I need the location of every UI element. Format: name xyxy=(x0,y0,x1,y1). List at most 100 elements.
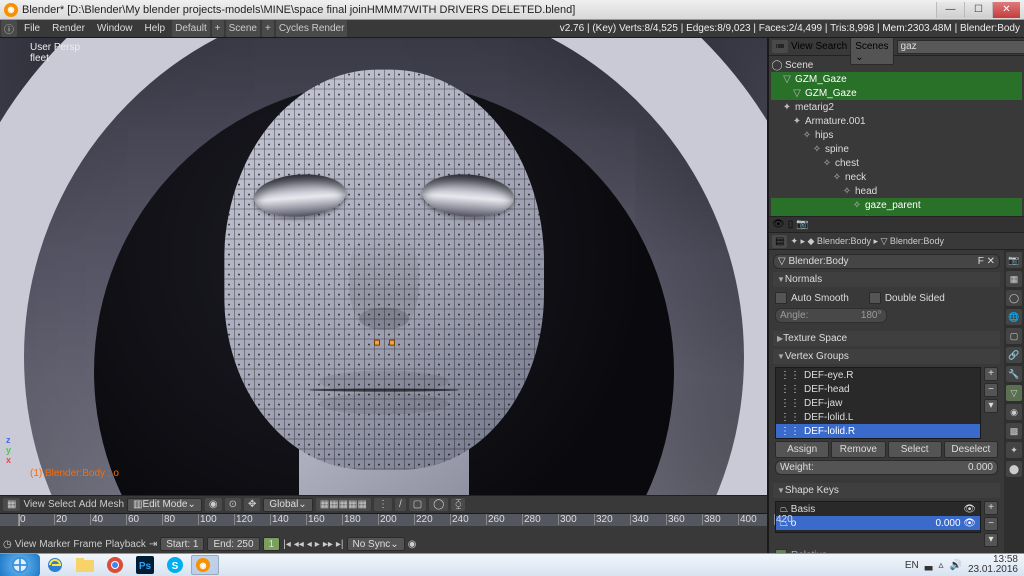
outliner-filter-bar[interactable]: 👁 ▯ 📷 xyxy=(769,216,1024,232)
timeline-ruler[interactable]: 0204060801001201401601802002202402602803… xyxy=(0,514,767,526)
vertex-group-list[interactable]: ⋮⋮DEF-eye.R⋮⋮DEF-head⋮⋮DEF-jaw⋮⋮DEF-loli… xyxy=(775,367,981,439)
outliner-row[interactable]: ✧head xyxy=(771,184,1022,198)
outliner-row[interactable]: ✦metarig2 xyxy=(771,100,1022,114)
maximize-button[interactable]: ☐ xyxy=(964,2,992,18)
sk-remove-button[interactable]: − xyxy=(984,517,998,531)
autokey-icon[interactable]: ◉ xyxy=(408,539,417,550)
tab-layers-icon[interactable]: ▦ xyxy=(1006,271,1022,287)
tab-scene-icon[interactable]: ◯ xyxy=(1006,290,1022,306)
panel-normals[interactable]: Normals xyxy=(773,272,1000,287)
outliner-row[interactable]: ✧spine xyxy=(771,142,1022,156)
sk-specials-button[interactable]: ▾ xyxy=(984,533,998,547)
tray-flag-icon[interactable]: ▃ xyxy=(925,560,933,571)
jump-end-icon[interactable]: ▸| xyxy=(336,539,344,550)
editor-type-icon[interactable]: ≔ xyxy=(772,40,788,53)
orientation-dropdown[interactable]: Global ⌄ xyxy=(263,498,312,512)
keyframe-prev-icon[interactable]: ◂◂ xyxy=(294,539,304,550)
play-icon[interactable]: ▸ xyxy=(315,539,320,550)
tl-menu-playback[interactable]: Playback xyxy=(105,539,146,550)
jump-start-icon[interactable]: |◂ xyxy=(283,539,291,550)
filter-render-icon[interactable]: 📷 xyxy=(796,219,808,230)
vp-menu-select[interactable]: Select xyxy=(48,499,76,510)
add-layout-button[interactable]: + xyxy=(212,20,224,37)
edge-select-icon[interactable]: / xyxy=(395,498,406,511)
vertex-group-item[interactable]: ⋮⋮DEF-lolid.R xyxy=(776,424,980,438)
start-frame-field[interactable]: Start: 1 xyxy=(160,537,204,551)
snap-icon[interactable]: ⧲ xyxy=(451,498,465,511)
end-frame-field[interactable]: End: 250 xyxy=(207,537,259,551)
current-frame-field[interactable]: 1 xyxy=(263,537,281,551)
minimize-button[interactable]: — xyxy=(936,2,964,18)
outliner-row[interactable]: ✦Armature.001 xyxy=(771,114,1022,128)
tray-network-icon[interactable]: ▵ xyxy=(938,560,943,571)
tab-modifier-icon[interactable]: 🔧 xyxy=(1006,366,1022,382)
taskbar-skype-icon[interactable]: S xyxy=(161,555,189,575)
vg-remove-button[interactable]: − xyxy=(984,383,998,397)
vg-select-button[interactable]: Select xyxy=(888,441,942,458)
panel-texture-space[interactable]: Texture Space xyxy=(773,331,1000,346)
tl-menu-frame[interactable]: Frame xyxy=(73,539,102,550)
vg-add-button[interactable]: + xyxy=(984,367,998,381)
tab-physics-icon[interactable]: ⬤ xyxy=(1006,461,1022,477)
vertex-group-item[interactable]: ⋮⋮DEF-eye.R xyxy=(776,368,980,382)
tray-clock[interactable]: 13:58 23.01.2016 xyxy=(968,555,1018,575)
manipulator-icon[interactable]: ✥ xyxy=(244,498,260,511)
menu-help[interactable]: Help xyxy=(139,21,172,36)
vp-menu-view[interactable]: View xyxy=(23,499,45,510)
shape-key-item[interactable]: ⏢ o0.000 👁 xyxy=(776,516,980,530)
angle-field[interactable]: Angle:180° xyxy=(775,308,887,323)
taskbar-explorer-icon[interactable] xyxy=(71,555,99,575)
ol-menu-view[interactable]: View xyxy=(791,41,813,52)
tray-lang[interactable]: EN xyxy=(905,560,919,571)
tab-constraint-icon[interactable]: 🔗 xyxy=(1006,347,1022,363)
pivot-icon[interactable]: ⊙ xyxy=(225,498,241,511)
editor-type-icon[interactable]: ▦ xyxy=(3,498,20,511)
scene-dropdown[interactable]: Scene xyxy=(226,20,260,37)
taskbar-blender-icon[interactable]: ◉ xyxy=(191,555,219,575)
layout-dropdown[interactable]: Default xyxy=(172,20,210,37)
tab-data-icon[interactable]: ▽ xyxy=(1006,385,1022,401)
vg-weight-field[interactable]: Weight:0.000 xyxy=(775,460,998,475)
vertex-group-item[interactable]: ⋮⋮DEF-head xyxy=(776,382,980,396)
sync-dropdown[interactable]: No Sync ⌄ xyxy=(347,537,405,551)
tl-menu-view[interactable]: View xyxy=(15,539,37,550)
shape-key-item[interactable]: ⏢ Basis 👁 xyxy=(776,502,980,516)
datablock-name-field[interactable]: ▽ Blender:BodyF ✕ xyxy=(773,254,1000,269)
shading-solid-icon[interactable]: ◉ xyxy=(205,498,222,511)
tab-world-icon[interactable]: 🌐 xyxy=(1006,309,1022,325)
outliner-row[interactable]: ▽GZM_Gaze xyxy=(771,72,1022,86)
tab-object-icon[interactable]: ▢ xyxy=(1006,328,1022,344)
3d-viewport[interactable]: User Persp fleet z y x (1) Blender:Body … xyxy=(0,38,767,495)
double-sided-checkbox[interactable]: Double Sided xyxy=(869,290,945,306)
tab-particle-icon[interactable]: ✦ xyxy=(1006,442,1022,458)
vg-deselect-button[interactable]: Deselect xyxy=(944,441,998,458)
add-scene-button[interactable]: + xyxy=(262,20,274,37)
engine-dropdown[interactable]: Cycles Render xyxy=(276,20,348,37)
start-button[interactable] xyxy=(0,554,40,576)
taskbar-chrome-icon[interactable] xyxy=(101,555,129,575)
play-reverse-icon[interactable]: ◂ xyxy=(307,539,312,550)
vert-select-icon[interactable]: ⋮ xyxy=(374,498,392,511)
outliner-row[interactable]: ✧gaze_parent xyxy=(771,198,1022,212)
menu-render[interactable]: Render xyxy=(46,21,91,36)
tray-sound-icon[interactable]: 🔊 xyxy=(949,560,961,571)
range-icon[interactable]: ⇥ xyxy=(149,539,157,550)
outliner-search-input[interactable] xyxy=(897,40,1024,54)
editor-type-icon[interactable]: ◷ xyxy=(3,539,12,550)
tab-render-icon[interactable]: 📷 xyxy=(1006,252,1022,268)
tl-menu-marker[interactable]: Marker xyxy=(39,539,70,550)
panel-shape-keys[interactable]: Shape Keys xyxy=(773,483,1000,498)
editor-type-icon[interactable]: ▤ xyxy=(772,235,787,248)
editor-type-icon[interactable]: ⓘ xyxy=(1,20,17,37)
vg-remove-from-button[interactable]: Remove xyxy=(831,441,885,458)
ol-menu-search[interactable]: Search xyxy=(816,41,848,52)
menu-file[interactable]: File xyxy=(18,21,46,36)
menu-window[interactable]: Window xyxy=(91,21,139,36)
selected-vertex[interactable] xyxy=(389,339,395,345)
outliner-row[interactable]: ✧neck xyxy=(771,170,1022,184)
close-button[interactable]: ✕ xyxy=(992,2,1020,18)
layers-grid[interactable]: ▦▦▦▦▦ xyxy=(316,498,371,511)
keyframe-next-icon[interactable]: ▸▸ xyxy=(323,539,333,550)
filter-select-icon[interactable]: ▯ xyxy=(788,219,794,230)
outliner-row[interactable]: ▽GZM_Gaze xyxy=(771,86,1022,100)
